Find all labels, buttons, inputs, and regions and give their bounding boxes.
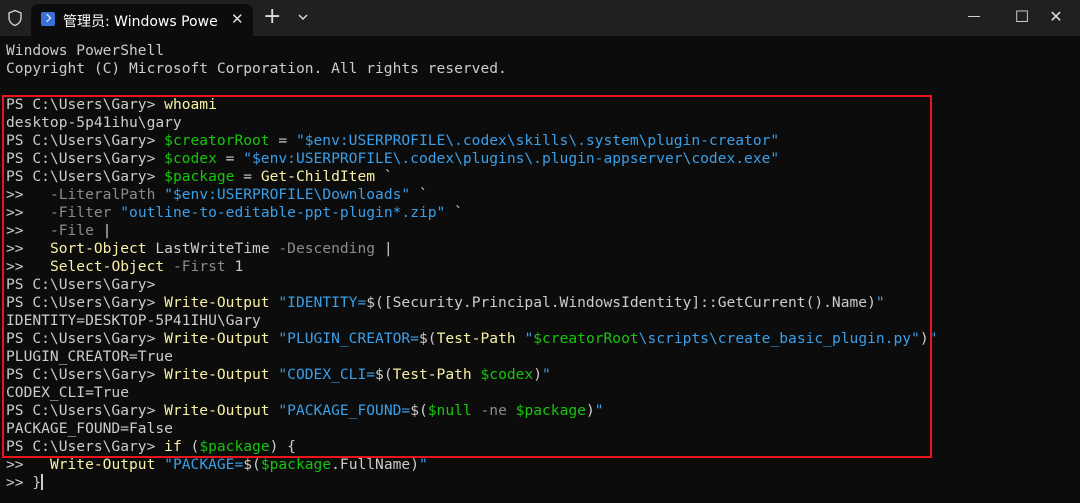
terminal-text: "PACKAGE= (164, 456, 244, 473)
tab-powershell[interactable]: 管理员: Windows PowerShell ✕ (31, 4, 253, 36)
shield-icon (8, 9, 22, 27)
powershell-icon (41, 12, 55, 26)
terminal-line: >> Write-Output "PACKAGE=$($package.Full… (6, 456, 428, 474)
tab-close-icon[interactable]: ✕ (231, 10, 244, 28)
tab-title: 管理员: Windows PowerShell (63, 14, 218, 30)
highlight-box (2, 95, 932, 458)
close-button[interactable]: ✕ (1032, 0, 1080, 32)
new-tab-button[interactable]: + (263, 4, 281, 29)
terminal-line: Windows PowerShell (6, 42, 164, 60)
terminal-text: $( (243, 456, 261, 473)
terminal-line: Copyright (C) Microsoft Corporation. All… (6, 60, 507, 78)
title-bar: 管理员: Windows PowerShell ✕ + — ☐ ✕ (0, 0, 1080, 36)
chevron-down-icon[interactable] (296, 10, 310, 24)
text-cursor (41, 474, 43, 490)
terminal-text: >> (6, 456, 50, 473)
terminal-text: .FullName) (331, 456, 419, 473)
terminal-line: >> } (6, 474, 43, 492)
terminal-text: >> } (6, 474, 42, 491)
terminal-text: " (419, 456, 428, 473)
terminal-text: Write-Output (49, 456, 156, 473)
terminal-text: Windows PowerShell (6, 42, 165, 59)
terminal-text: $package (260, 456, 332, 473)
minimize-button[interactable]: — (950, 0, 998, 32)
terminal-text: Copyright (C) Microsoft Corporation. All… (6, 60, 507, 77)
